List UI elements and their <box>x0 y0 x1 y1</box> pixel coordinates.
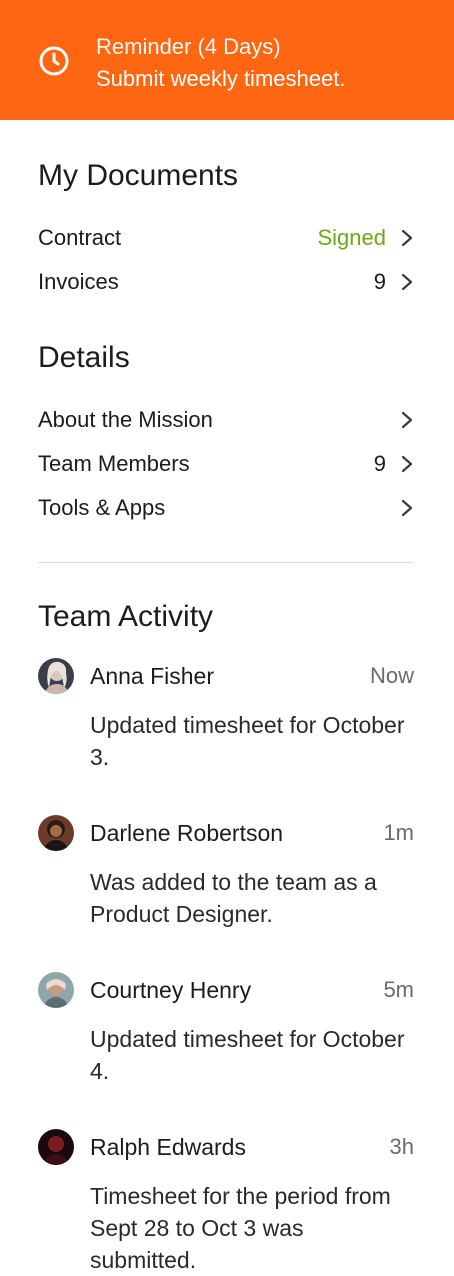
activity-item[interactable]: Darlene Robertson 1m Was added to the te… <box>38 815 414 930</box>
avatar <box>38 658 74 694</box>
tools-apps-label: Tools & Apps <box>38 495 166 520</box>
contract-row[interactable]: Contract Signed <box>38 216 414 260</box>
activity-time: 5m <box>383 977 414 1002</box>
team-members-count: 9 <box>373 451 386 476</box>
invoices-count: 9 <box>373 269 386 294</box>
avatar <box>38 815 74 851</box>
chevron-right-icon <box>401 499 413 517</box>
activity-time: 3h <box>389 1134 414 1159</box>
clock-icon <box>39 46 69 76</box>
details-title: Details <box>38 341 130 374</box>
activity-item[interactable]: Anna Fisher Now Updated timesheet for Oc… <box>38 658 414 773</box>
chevron-right-icon <box>401 455 413 473</box>
activity-user-name: Courtney Henry <box>90 976 252 1003</box>
activity-text: Was added to the team as a Product Desig… <box>90 869 377 927</box>
activity-user-name: Darlene Robertson <box>90 819 284 846</box>
team-activity-title: Team Activity <box>38 600 214 633</box>
chevron-right-icon <box>401 273 413 291</box>
avatar <box>38 972 74 1008</box>
invoices-row[interactable]: Invoices 9 <box>38 260 414 304</box>
activity-text: Updated timesheet for October 4. <box>90 1026 405 1084</box>
team-members-row[interactable]: Team Members 9 <box>38 442 414 486</box>
activity-time: 1m <box>383 820 414 845</box>
activity-text: Updated timesheet for October 3. <box>90 712 405 770</box>
activity-item[interactable]: Ralph Edwards 3h Timesheet for the perio… <box>38 1129 414 1276</box>
tools-apps-row[interactable]: Tools & Apps <box>38 486 414 530</box>
about-mission-row[interactable]: About the Mission <box>38 398 414 442</box>
my-documents-title: My Documents <box>38 159 239 192</box>
chevron-right-icon <box>401 229 413 247</box>
activity-user-name: Ralph Edwards <box>90 1133 246 1160</box>
activity-time: Now <box>369 663 414 688</box>
chevron-right-icon <box>401 411 413 429</box>
activity-feed: Anna Fisher Now Updated timesheet for Oc… <box>38 658 414 1276</box>
reminder-title: Reminder (4 Days) <box>96 34 281 59</box>
activity-text: Timesheet for the period from Sept 28 to… <box>90 1183 391 1273</box>
team-members-label: Team Members <box>38 451 190 476</box>
avatar <box>38 1129 74 1165</box>
contract-status: Signed <box>317 225 386 250</box>
contract-label: Contract <box>38 225 122 250</box>
reminder-message: Submit weekly timesheet. <box>96 66 346 91</box>
activity-item[interactable]: Courtney Henry 5m Updated timesheet for … <box>38 972 414 1087</box>
invoices-label: Invoices <box>38 269 119 294</box>
activity-user-name: Anna Fisher <box>90 662 215 689</box>
about-mission-label: About the Mission <box>38 407 213 432</box>
reminder-banner[interactable]: Reminder (4 Days) Submit weekly timeshee… <box>0 0 454 120</box>
